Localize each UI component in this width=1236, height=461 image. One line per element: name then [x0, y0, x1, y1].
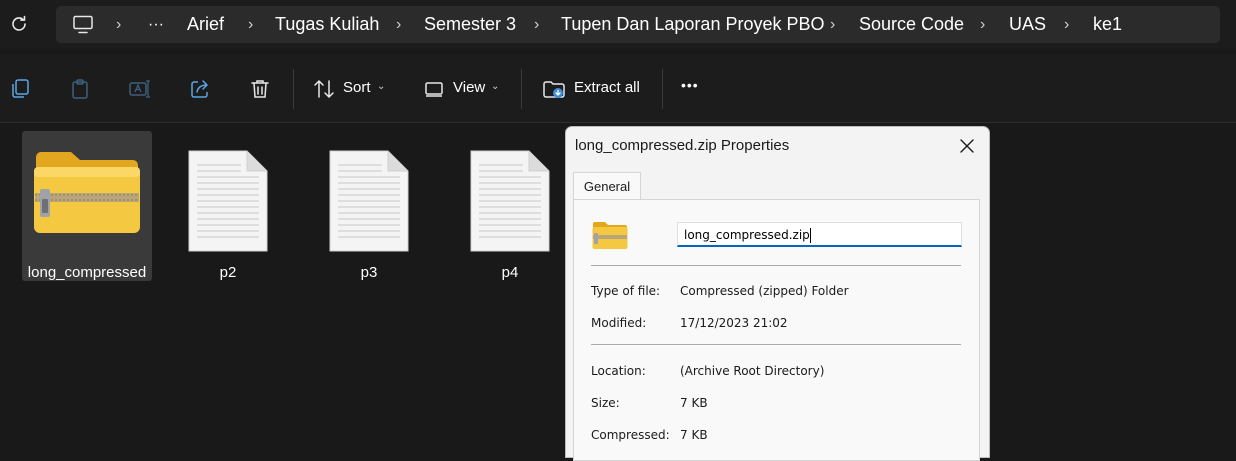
- chevron-down-icon: ⌄: [377, 81, 386, 92]
- breadcrumb-item-uas[interactable]: UAS: [1009, 6, 1046, 43]
- size-value: 7 KB: [680, 396, 708, 410]
- tab-general[interactable]: General: [573, 172, 641, 200]
- divider: [591, 265, 961, 266]
- close-icon[interactable]: [956, 135, 978, 157]
- breadcrumb-separator: ›: [980, 16, 986, 33]
- file-item-p2[interactable]: p2: [163, 131, 293, 281]
- divider: [591, 344, 961, 345]
- breadcrumb-item-semester-3[interactable]: Semester 3: [424, 6, 516, 43]
- file-item-long-compressed[interactable]: long_compressed: [22, 131, 152, 281]
- breadcrumb-item-tugas-kuliah[interactable]: Tugas Kuliah: [275, 6, 379, 43]
- breadcrumb-separator: ›: [1064, 16, 1070, 33]
- file-name: p3: [360, 264, 378, 281]
- location-label: Location:: [591, 364, 646, 378]
- document-icon: [188, 150, 268, 252]
- breadcrumb-separator: ›: [116, 16, 122, 33]
- extract-all-icon[interactable]: [542, 77, 566, 101]
- breadcrumb-separator: ›: [534, 16, 540, 33]
- view-icon[interactable]: [423, 77, 447, 101]
- file-name: p2: [219, 264, 237, 281]
- size-label: Size:: [591, 396, 620, 410]
- file-item-p4[interactable]: p4: [445, 131, 575, 281]
- filename-value: long_compressed.zip: [684, 228, 810, 242]
- type-of-file-value: Compressed (zipped) Folder: [680, 284, 849, 298]
- toolbar-divider: [521, 69, 522, 109]
- modified-value: 17/12/2023 21:02: [680, 316, 788, 330]
- location-value: (Archive Root Directory): [680, 364, 825, 378]
- share-icon[interactable]: [188, 77, 212, 101]
- file-item-p3[interactable]: p3: [304, 131, 434, 281]
- file-name: p4: [501, 264, 519, 281]
- file-name: long_compressed: [27, 264, 147, 281]
- delete-icon[interactable]: [248, 77, 272, 101]
- breadcrumb-separator: ›: [830, 16, 836, 33]
- breadcrumb-item-ke1[interactable]: ke1: [1093, 6, 1122, 43]
- copy-icon[interactable]: [8, 77, 32, 101]
- document-icon: [470, 150, 550, 252]
- document-icon: [329, 150, 409, 252]
- extract-all-button[interactable]: Extract all: [574, 79, 640, 96]
- breadcrumb[interactable]: › ··· Arief › Tugas Kuliah › Semester 3 …: [56, 6, 1220, 43]
- address-bar-row: › ··· Arief › Tugas Kuliah › Semester 3 …: [0, 0, 1236, 48]
- breadcrumb-more-button[interactable]: ···: [148, 6, 164, 43]
- compressed-value: 7 KB: [680, 428, 708, 442]
- zip-folder-icon: [592, 222, 628, 249]
- toolbar-divider: [662, 69, 663, 109]
- general-panel: long_compressed.zip Type of file: Compre…: [573, 199, 980, 461]
- zip-folder-icon: [34, 152, 140, 233]
- modified-label: Modified:: [591, 316, 647, 330]
- refresh-icon[interactable]: [8, 13, 30, 35]
- toolbar-divider: [293, 69, 294, 109]
- chevron-down-icon: ⌄: [491, 81, 500, 92]
- more-options-button[interactable]: •••: [681, 77, 699, 93]
- rename-icon[interactable]: [128, 77, 152, 101]
- dialog-title: long_compressed.zip Properties: [575, 137, 790, 154]
- compressed-label: Compressed:: [591, 428, 670, 442]
- this-pc-icon[interactable]: [72, 15, 94, 34]
- filename-field[interactable]: long_compressed.zip: [677, 222, 962, 247]
- type-of-file-label: Type of file:: [591, 284, 661, 298]
- breadcrumb-item-arief[interactable]: Arief: [187, 6, 224, 43]
- text-cursor: [809, 228, 811, 243]
- command-bar: Sort ⌄ View ⌄ Extract all •••: [0, 55, 1236, 123]
- sort-icon[interactable]: [312, 77, 336, 101]
- properties-dialog: long_compressed.zip Properties General l…: [565, 126, 990, 461]
- sort-button[interactable]: Sort: [343, 79, 371, 96]
- paste-icon[interactable]: [68, 77, 92, 101]
- breadcrumb-separator: ›: [396, 16, 402, 33]
- breadcrumb-item-source-code[interactable]: Source Code: [859, 6, 964, 43]
- breadcrumb-separator: ›: [248, 16, 254, 33]
- view-button[interactable]: View: [453, 79, 485, 96]
- breadcrumb-item-tupen[interactable]: Tupen Dan Laporan Proyek PBO: [561, 6, 825, 43]
